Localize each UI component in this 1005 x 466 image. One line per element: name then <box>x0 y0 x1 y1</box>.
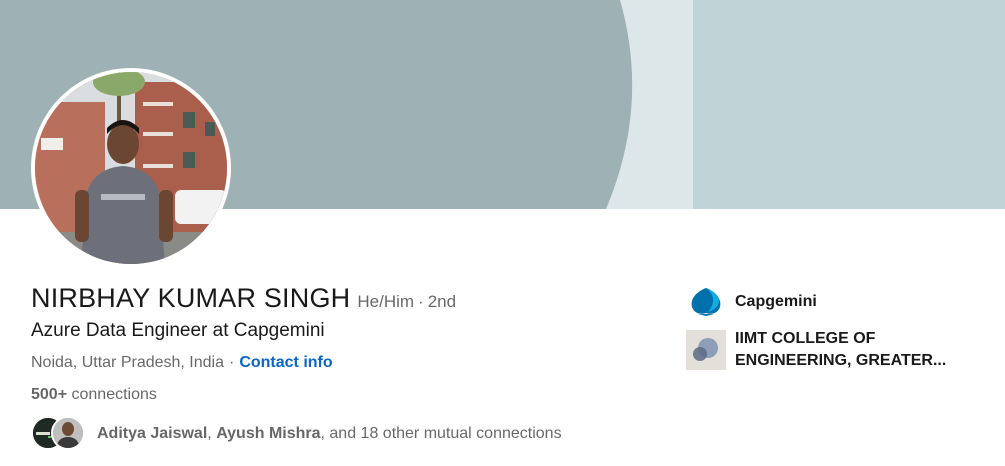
separator-dot: · <box>418 292 424 311</box>
profile-photo-image <box>35 72 227 264</box>
mutual-comma: , <box>207 425 212 442</box>
company-name: Capgemini <box>735 293 817 310</box>
profile-name: NIRBHAY KUMAR SINGH <box>31 283 351 313</box>
current-company[interactable]: Capgemini <box>686 282 817 322</box>
connections-label: connections <box>71 386 157 403</box>
mutual-avatar-2 <box>51 416 85 450</box>
connections-count[interactable]: 500+ connections <box>31 386 157 404</box>
separator-dot: · <box>229 354 235 371</box>
contact-info-link[interactable]: Contact info <box>239 354 332 372</box>
capgemini-spade-icon <box>686 282 726 322</box>
connections-number: 500+ <box>31 386 68 403</box>
profile-photo[interactable] <box>31 68 231 268</box>
mutual-connections[interactable]: Aditya Jaiswal, Ayush Mishra, and 18 oth… <box>31 416 562 452</box>
mutual-connections-text: Aditya Jaiswal, Ayush Mishra, and 18 oth… <box>97 425 562 443</box>
profile-headline: Azure Data Engineer at Capgemini <box>31 320 325 341</box>
profile-location: Noida, Uttar Pradesh, India <box>31 354 224 371</box>
mutual-person-2[interactable]: Ayush Mishra <box>216 425 320 442</box>
name-row: NIRBHAY KUMAR SINGH He/Him · 2nd <box>31 283 456 314</box>
education-school[interactable]: IIMT COLLEGE OF ENGINEERING, GREATER... <box>686 328 965 372</box>
school-name: IIMT COLLEGE OF ENGINEERING, GREATER... <box>735 330 947 369</box>
mutual-avatars <box>31 416 89 452</box>
location-row: Noida, Uttar Pradesh, India · Contact in… <box>31 354 333 372</box>
mutual-person-1[interactable]: Aditya Jaiswal <box>97 425 207 442</box>
mutual-rest: , and 18 other mutual connections <box>320 425 562 442</box>
connection-degree: 2nd <box>427 292 457 311</box>
profile-pronouns: He/Him <box>357 292 415 311</box>
school-logo-icon <box>686 330 726 370</box>
